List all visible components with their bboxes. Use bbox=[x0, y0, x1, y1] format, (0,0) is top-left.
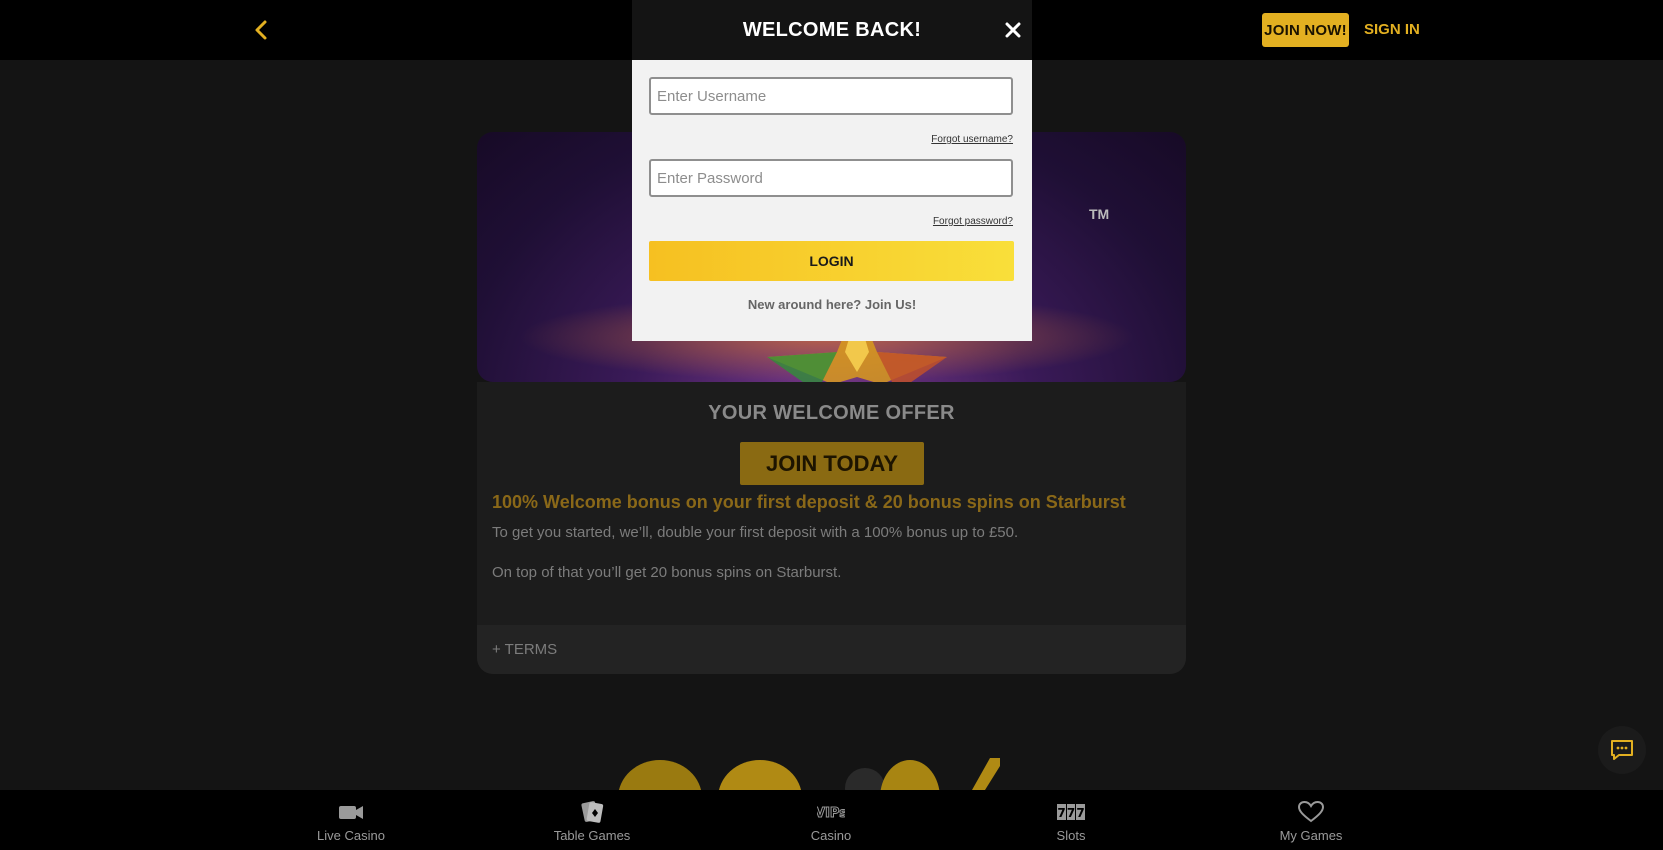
forgot-username-link[interactable]: Forgot username? bbox=[931, 134, 1013, 145]
cards-icon bbox=[581, 801, 604, 823]
join-today-button[interactable]: JOIN TODAY bbox=[740, 442, 924, 485]
svg-text:VIPs: VIPs bbox=[817, 806, 845, 821]
chevron-left-icon[interactable] bbox=[250, 18, 272, 42]
modal-header: WELCOME BACK! bbox=[632, 0, 1032, 60]
welcome-offer-card: YOUR WELCOME OFFER JOIN TODAY 100% Welco… bbox=[477, 382, 1186, 674]
nav-item-my-games[interactable]: My Games bbox=[1251, 790, 1371, 850]
sign-in-link[interactable]: SIGN IN bbox=[1364, 13, 1420, 47]
nav-item-live-casino[interactable]: Live Casino bbox=[291, 790, 411, 850]
vips-icon: VIPs bbox=[817, 806, 845, 822]
slots-777-icon: 7 7 7 bbox=[1057, 804, 1085, 820]
modal-title: WELCOME BACK! bbox=[742, 19, 922, 41]
chat-button[interactable] bbox=[1598, 726, 1646, 774]
bottom-nav: Live Casino Table Games VIPs Casino 7 7 … bbox=[0, 790, 1663, 850]
video-camera-icon bbox=[339, 806, 363, 819]
nav-label: My Games bbox=[1279, 828, 1343, 843]
nav-item-table-games[interactable]: Table Games bbox=[532, 790, 652, 850]
forgot-password-link[interactable]: Forgot password? bbox=[933, 216, 1013, 227]
terms-toggle[interactable]: + TERMS bbox=[492, 625, 557, 674]
nav-label: Slots bbox=[1056, 828, 1086, 843]
join-now-button[interactable]: JOIN NOW! bbox=[1262, 13, 1349, 47]
heart-icon bbox=[1297, 800, 1325, 823]
nav-label: Live Casino bbox=[317, 828, 385, 843]
svg-text:7: 7 bbox=[1076, 806, 1084, 820]
nav-label: Casino bbox=[810, 828, 852, 843]
nav-item-slots[interactable]: 7 7 7 Slots bbox=[1011, 790, 1131, 850]
password-input[interactable] bbox=[649, 159, 1013, 197]
offer-headline: 100% Welcome bonus on your first deposit… bbox=[492, 492, 1126, 512]
login-button[interactable]: LOGIN bbox=[649, 241, 1014, 281]
trademark-mark: TM bbox=[1089, 206, 1110, 222]
svg-text:7: 7 bbox=[1057, 806, 1065, 820]
nav-label: Table Games bbox=[553, 828, 631, 843]
next-promo-graphic bbox=[618, 758, 1000, 790]
offer-title: YOUR WELCOME OFFER bbox=[708, 402, 955, 424]
nav-item-casino[interactable]: VIPs Casino bbox=[771, 790, 891, 850]
offer-description-2: On top of that you’ll get 20 bonus spins… bbox=[492, 564, 842, 581]
terms-toggle-row[interactable]: + TERMS bbox=[477, 625, 1186, 674]
svg-text:7: 7 bbox=[1067, 806, 1075, 820]
join-us-link[interactable]: New around here? Join Us! bbox=[632, 297, 1032, 312]
login-modal: WELCOME BACK! Forgot username? Forgot pa… bbox=[632, 0, 1032, 341]
chat-bubble-icon bbox=[1611, 740, 1633, 760]
username-input[interactable] bbox=[649, 77, 1013, 115]
offer-description-1: To get you started, we’ll, double your f… bbox=[492, 524, 1019, 541]
modal-body: Forgot username? Forgot password? LOGIN … bbox=[632, 60, 1032, 341]
close-icon[interactable] bbox=[1004, 20, 1022, 40]
